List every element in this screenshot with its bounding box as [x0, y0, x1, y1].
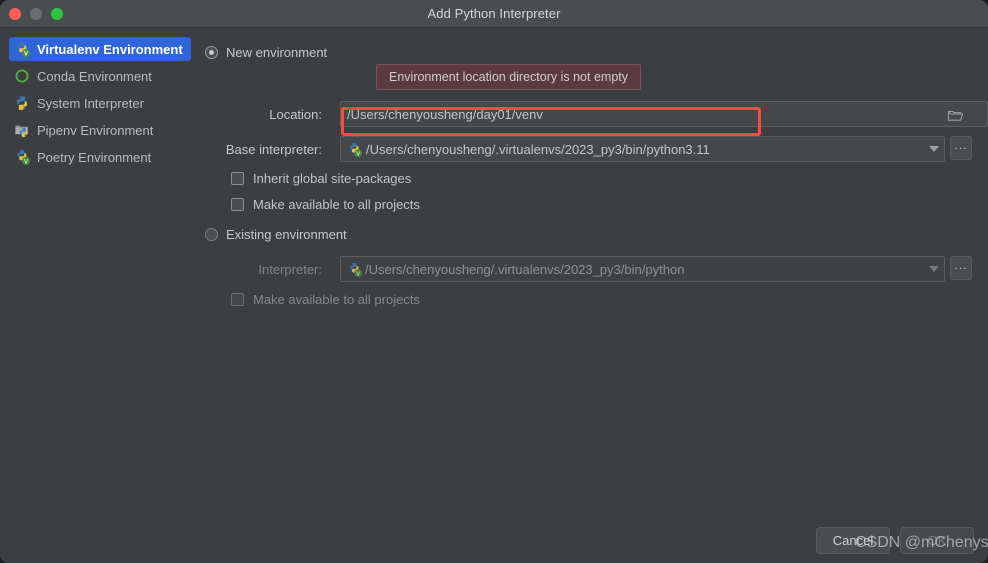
- chevron-down-icon[interactable]: [929, 266, 939, 272]
- location-input[interactable]: /Users/chenyousheng/day01/venv: [340, 101, 988, 127]
- make-available-all-projects-existing-row[interactable]: Make available to all projects: [231, 292, 420, 307]
- base-interpreter-browse-button[interactable]: ...: [950, 136, 972, 160]
- window-titlebar: Add Python Interpreter: [0, 0, 988, 28]
- make-available-all-projects-checkbox[interactable]: [231, 198, 244, 211]
- sidebar-item-label: System Interpreter: [37, 95, 144, 111]
- new-environment-radio[interactable]: [205, 46, 218, 59]
- pipenv-folder-icon: [14, 122, 30, 138]
- svg-text:V: V: [356, 151, 360, 156]
- location-label: Location:: [269, 107, 322, 122]
- warning-tooltip: Environment location directory is not em…: [376, 64, 641, 90]
- sidebar-item-conda-environment[interactable]: Conda Environment: [9, 64, 191, 88]
- sidebar-item-label: Conda Environment: [37, 68, 152, 84]
- interpreter-browse-button[interactable]: ...: [950, 256, 972, 280]
- checkbox-label: Inherit global site-packages: [253, 171, 412, 186]
- interpreter-value: /Users/chenyousheng/.virtualenvs/2023_py…: [365, 261, 685, 277]
- existing-environment-label: Existing environment: [226, 227, 347, 242]
- checkbox-label: Make available to all projects: [253, 292, 420, 307]
- make-available-all-projects-existing-checkbox[interactable]: [231, 293, 244, 306]
- existing-environment-radio-row[interactable]: Existing environment: [205, 227, 347, 242]
- conda-circle-icon: [14, 68, 30, 84]
- sidebar-item-poetry-environment[interactable]: V Poetry Environment: [9, 145, 191, 169]
- make-available-all-projects-row[interactable]: Make available to all projects: [231, 197, 420, 212]
- new-environment-label: New environment: [226, 45, 328, 60]
- sidebar-item-system-interpreter[interactable]: System Interpreter: [9, 91, 191, 115]
- environment-type-sidebar: V Virtualenv Environment Conda Environme…: [0, 28, 200, 563]
- svg-text:V: V: [24, 160, 28, 165]
- sidebar-item-virtualenv-environment[interactable]: V Virtualenv Environment: [9, 37, 191, 61]
- sidebar-item-pipenv-environment[interactable]: Pipenv Environment: [9, 118, 191, 142]
- watermark-text: CSDN @mChenys: [855, 534, 988, 551]
- python-icon: [14, 95, 30, 111]
- interpreter-label: Interpreter:: [258, 262, 322, 277]
- svg-text:V: V: [24, 52, 28, 57]
- python-venv-icon: V: [14, 41, 30, 57]
- add-python-interpreter-dialog: Add Python Interpreter V Virtualenv Envi…: [0, 0, 988, 563]
- python-venv-icon: V: [14, 149, 30, 165]
- window-title: Add Python Interpreter: [427, 6, 561, 21]
- new-environment-radio-row[interactable]: New environment: [205, 45, 327, 60]
- interpreter-combobox[interactable]: V /Users/chenyousheng/.virtualenvs/2023_…: [340, 256, 945, 282]
- base-interpreter-value: /Users/chenyousheng/.virtualenvs/2023_py…: [366, 141, 710, 157]
- chevron-down-icon[interactable]: [929, 146, 939, 152]
- location-value: /Users/chenyousheng/day01/venv: [347, 106, 543, 122]
- folder-icon[interactable]: [947, 109, 964, 121]
- inherit-global-site-packages-row[interactable]: Inherit global site-packages: [231, 171, 411, 186]
- existing-environment-radio[interactable]: [205, 228, 218, 241]
- python-venv-icon: V: [347, 142, 362, 157]
- svg-text:V: V: [356, 271, 360, 276]
- checkbox-label: Make available to all projects: [253, 197, 420, 212]
- sidebar-item-label: Pipenv Environment: [37, 122, 154, 138]
- sidebar-item-label: Virtualenv Environment: [37, 41, 183, 57]
- base-interpreter-combobox[interactable]: V /Users/chenyousheng/.virtualenvs/2023_…: [340, 136, 945, 162]
- interpreter-settings-panel: New environment Environment location dir…: [200, 28, 988, 563]
- base-interpreter-label: Base interpreter:: [225, 142, 322, 157]
- inherit-global-site-packages-checkbox[interactable]: [231, 172, 244, 185]
- python-venv-icon: V: [347, 262, 362, 277]
- sidebar-item-label: Poetry Environment: [37, 149, 152, 165]
